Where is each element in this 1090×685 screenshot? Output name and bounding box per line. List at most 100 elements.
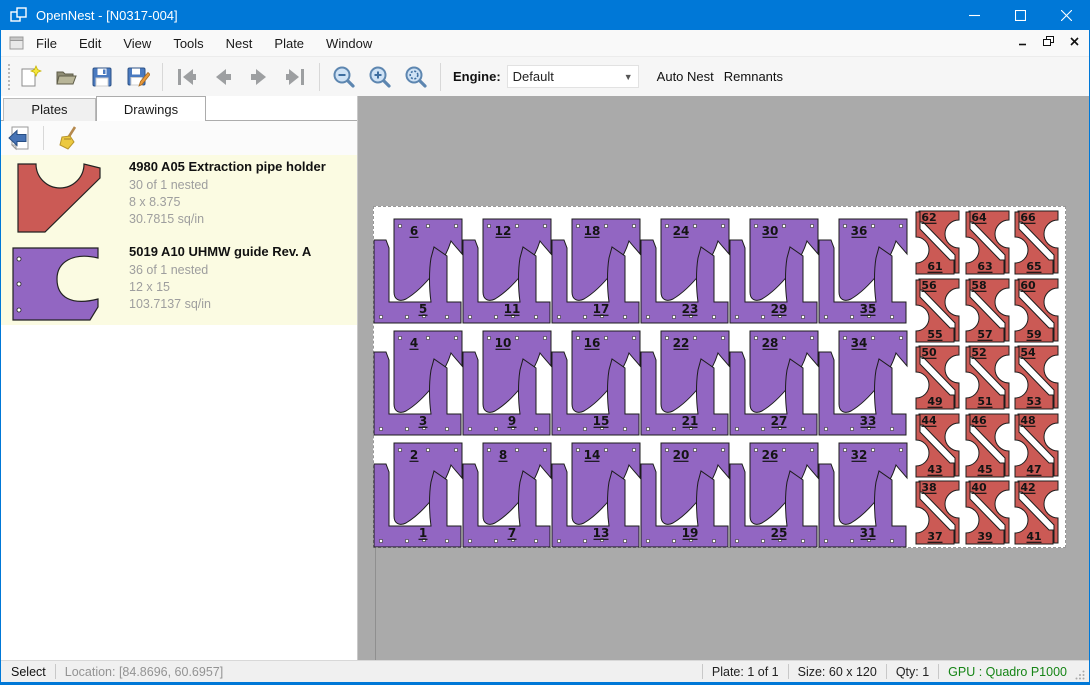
part-number: 32 [851, 448, 868, 462]
menu-tools[interactable]: Tools [162, 30, 214, 57]
drawing-size: 8 x 8.375 [129, 194, 326, 211]
part-number: 5 [419, 302, 427, 316]
zoom-fit-button[interactable] [401, 62, 431, 92]
part-number: 56 [921, 279, 937, 292]
mdi-restore-icon [1043, 36, 1054, 47]
purple-part-pair[interactable]: 2423 [640, 218, 732, 324]
new-document-button[interactable] [15, 62, 45, 92]
menu-plate[interactable]: Plate [263, 30, 315, 57]
resize-grip[interactable] [1075, 670, 1085, 680]
part-number: 31 [860, 526, 877, 540]
part-number: 49 [927, 395, 942, 408]
maximize-button[interactable] [997, 0, 1043, 30]
part-number: 9 [508, 414, 516, 428]
toolbar-grip[interactable] [8, 64, 12, 90]
go-next-button[interactable] [244, 62, 274, 92]
toolbar-separator [440, 63, 441, 91]
purple-part-pair[interactable]: 2221 [640, 330, 732, 436]
status-location: Location: [84.8696, 60.6957] [65, 665, 223, 679]
toolbar-separator [162, 63, 163, 91]
save-as-icon [126, 65, 150, 89]
maximize-icon [1015, 10, 1026, 21]
title-bar[interactable]: OpenNest - [N0317-004] [1, 0, 1089, 30]
menu-file[interactable]: File [25, 30, 68, 57]
nest-canvas[interactable]: 6512111817242330293635431091615222128273… [358, 96, 1089, 660]
part-number: 36 [851, 224, 868, 238]
status-size: Size: 60 x 120 [798, 665, 877, 679]
purple-part-pair[interactable]: 1211 [462, 218, 554, 324]
purple-part-pair[interactable]: 2827 [729, 330, 821, 436]
zoom-out-button[interactable] [329, 62, 359, 92]
engine-combobox[interactable]: Default ▼ [507, 65, 639, 88]
red-part-pair[interactable]: 4847 [1013, 413, 1060, 478]
minimize-button[interactable] [951, 0, 997, 30]
zoom-in-button[interactable] [365, 62, 395, 92]
import-drawing-button[interactable] [4, 123, 34, 153]
purple-part-pair[interactable]: 65 [373, 218, 465, 324]
mdi-close-button[interactable] [1065, 32, 1083, 50]
purple-part-pair[interactable]: 10 9 [462, 330, 554, 436]
auto-nest-button[interactable]: Auto Nest [653, 65, 718, 88]
red-part-pair[interactable]: 5655 [914, 278, 961, 343]
purple-part-pair[interactable]: 1817 [551, 218, 643, 324]
purple-part-pair[interactable]: 2019 [640, 442, 732, 548]
red-part-pair[interactable]: 4039 [964, 480, 1011, 545]
red-part-pair[interactable]: 5857 [964, 278, 1011, 343]
remnants-button[interactable]: Remnants [720, 65, 787, 88]
drawing-thumbnail-red [15, 161, 103, 235]
purple-part-pair[interactable]: 21 [373, 442, 465, 548]
mdi-minimize-button[interactable] [1013, 32, 1031, 50]
purple-part-pair[interactable]: 32 31 [818, 442, 910, 548]
list-item-drawing-1[interactable]: 4980 A05 Extraction pipe holder 30 of 1 … [1, 155, 357, 240]
drawings-list: 4980 A05 Extraction pipe holder 30 of 1 … [1, 155, 357, 325]
purple-part-pair[interactable]: 87 [462, 442, 554, 548]
tab-drawings[interactable]: Drawings [96, 96, 206, 121]
red-part-pair[interactable]: 4241 [1013, 480, 1060, 545]
menu-window[interactable]: Window [315, 30, 383, 57]
red-part-pair[interactable]: 3837 [914, 480, 961, 545]
red-part-pair[interactable]: 6059 [1013, 278, 1060, 343]
menu-view[interactable]: View [112, 30, 162, 57]
nested-parts-layer: 6512111817242330293635431091615222128273… [358, 96, 1089, 660]
go-last-button[interactable] [280, 62, 310, 92]
red-part-pair[interactable]: 5251 [964, 345, 1011, 410]
purple-part-pair[interactable]: 2625 [729, 442, 821, 548]
open-folder-button[interactable] [51, 62, 81, 92]
go-previous-button[interactable] [208, 62, 238, 92]
mdi-close-icon [1070, 37, 1079, 46]
red-part-pair[interactable]: 6665 [1013, 210, 1060, 275]
red-part-pair[interactable]: 4443 [914, 413, 961, 478]
red-part-pair[interactable]: 6463 [964, 210, 1011, 275]
status-plate: Plate: 1 of 1 [712, 665, 779, 679]
save-as-button[interactable] [123, 62, 153, 92]
purple-part-pair[interactable]: 3433 [818, 330, 910, 436]
red-part-pair[interactable]: 4645 [964, 413, 1011, 478]
red-part-pair[interactable]: 6261 [914, 210, 961, 275]
red-part-pair[interactable]: 5453 [1013, 345, 1060, 410]
part-number: 13 [593, 526, 610, 540]
part-number: 10 [495, 336, 512, 350]
tab-plates[interactable]: Plates [3, 98, 96, 121]
part-number: 16 [584, 336, 601, 350]
purple-part-pair[interactable]: 1615 [551, 330, 643, 436]
purple-part-pair[interactable]: 3635 [818, 218, 910, 324]
purple-part-pair[interactable]: 1413 [551, 442, 643, 548]
drawing-title: 4980 A05 Extraction pipe holder [129, 159, 326, 174]
menu-edit[interactable]: Edit [68, 30, 112, 57]
close-button[interactable] [1043, 0, 1089, 30]
part-number: 60 [1020, 279, 1036, 292]
part-number: 26 [762, 448, 779, 462]
go-first-button[interactable] [172, 62, 202, 92]
go-previous-icon [211, 65, 235, 89]
clear-drawings-button[interactable] [53, 123, 83, 153]
mdi-restore-button[interactable] [1039, 32, 1057, 50]
part-number: 46 [971, 414, 987, 427]
list-item-drawing-2[interactable]: 5019 A10 UHMW guide Rev. A 36 of 1 neste… [1, 240, 357, 325]
purple-part-pair[interactable]: 3029 [729, 218, 821, 324]
red-part-pair[interactable]: 5049 [914, 345, 961, 410]
menu-nest[interactable]: Nest [215, 30, 264, 57]
purple-part-pair[interactable]: 43 [373, 330, 465, 436]
save-button[interactable] [87, 62, 117, 92]
status-gpu: GPU : Quadro P1000 [948, 665, 1067, 679]
part-number: 12 [495, 224, 512, 238]
